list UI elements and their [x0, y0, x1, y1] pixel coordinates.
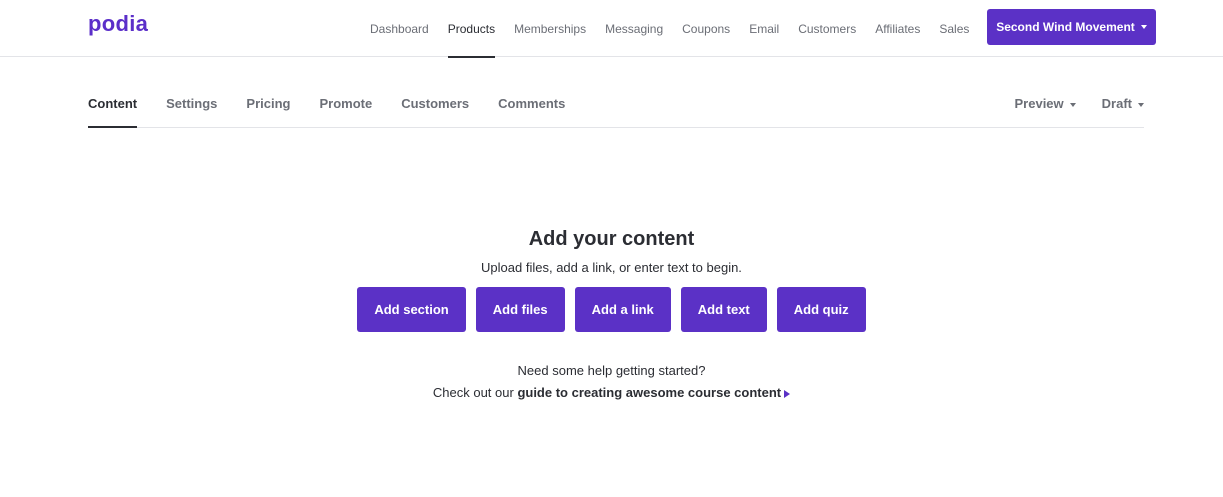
account-name: Second Wind Movement	[996, 20, 1135, 34]
help-guide-line: Check out our guide to creating awesome …	[0, 382, 1223, 404]
preview-dropdown[interactable]: Preview	[1015, 96, 1076, 111]
add-text-button[interactable]: Add text	[680, 287, 767, 332]
help-prefix: Check out our	[432, 385, 514, 400]
preview-label: Preview	[1014, 96, 1064, 111]
add-link-button[interactable]: Add a link	[574, 287, 671, 332]
tab-pricing[interactable]: Pricing	[246, 82, 290, 127]
nav-affiliates[interactable]: Affiliates	[875, 0, 920, 57]
help-question: Need some help getting started?	[517, 363, 706, 378]
empty-state: Add your content Upload files, add a lin…	[0, 226, 1223, 404]
tab-promote[interactable]: Promote	[319, 82, 372, 127]
empty-state-title: Add your content	[528, 228, 695, 250]
nav-customers[interactable]: Customers	[798, 0, 856, 57]
tab-comments[interactable]: Comments	[498, 82, 565, 127]
chevron-down-icon	[1140, 25, 1147, 29]
course-guide-link[interactable]: guide to creating awesome course content	[517, 385, 791, 400]
top-bar: podia Dashboard Products Memberships Mes…	[0, 0, 1223, 58]
tab-customers[interactable]: Customers	[401, 82, 469, 127]
tab-content[interactable]: Content	[88, 82, 138, 128]
add-content-buttons: Add section Add files Add a link Add tex…	[0, 287, 1223, 332]
status-dropdown[interactable]: Draft	[1102, 96, 1144, 111]
main-nav: Dashboard Products Memberships Messaging…	[370, 0, 988, 58]
add-section-button[interactable]: Add section	[357, 287, 466, 332]
nav-coupons[interactable]: Coupons	[682, 0, 730, 57]
nav-sales[interactable]: Sales	[939, 0, 969, 57]
add-quiz-button[interactable]: Add quiz	[776, 287, 866, 332]
product-tabs: Content Settings Pricing Promote Custome…	[88, 82, 1144, 128]
nav-products[interactable]: Products	[447, 0, 496, 58]
product-actions: Preview Draft	[989, 82, 1144, 127]
add-files-button[interactable]: Add files	[475, 287, 565, 332]
help-text: Need some help getting started? Check ou…	[0, 360, 1223, 404]
podia-logo[interactable]: podia	[88, 11, 148, 37]
play-arrow-icon	[784, 389, 791, 398]
nav-memberships[interactable]: Memberships	[514, 0, 586, 57]
empty-state-subtitle: Upload files, add a link, or enter text …	[481, 260, 742, 275]
product-tabs-bar: Content Settings Pricing Promote Custome…	[88, 82, 1144, 128]
nav-email[interactable]: Email	[749, 0, 779, 57]
chevron-down-icon	[1069, 102, 1076, 107]
nav-messaging[interactable]: Messaging	[605, 0, 663, 57]
tab-settings[interactable]: Settings	[166, 82, 217, 127]
chevron-down-icon	[1138, 102, 1144, 107]
nav-dashboard[interactable]: Dashboard	[370, 0, 429, 57]
course-guide-link-text: guide to creating awesome course content	[517, 385, 782, 400]
status-label: Draft	[1101, 96, 1132, 111]
account-menu-button[interactable]: Second Wind Movement	[987, 9, 1156, 45]
